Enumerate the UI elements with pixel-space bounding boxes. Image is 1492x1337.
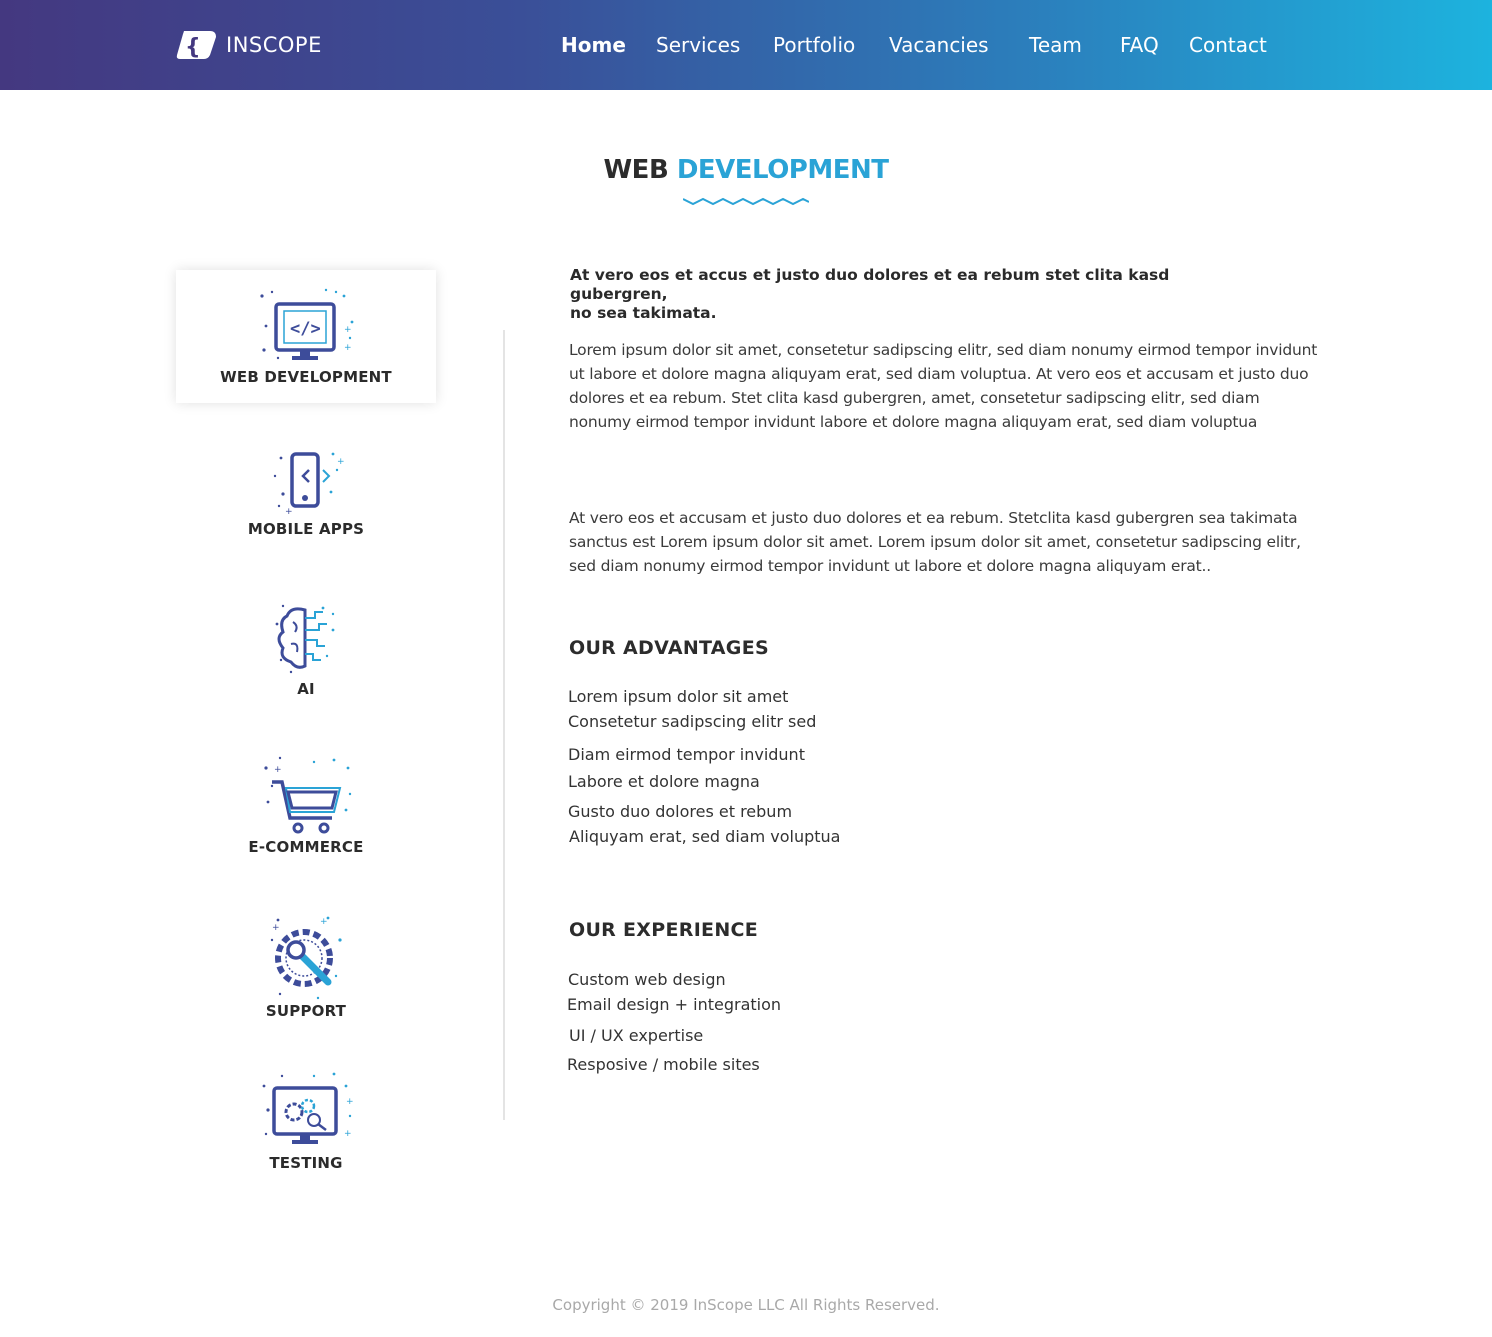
experience-item: Custom web design <box>568 970 726 989</box>
page-title-part1: WEB <box>603 155 669 185</box>
advantage-item: Aliquyam erat, sed diam voluptua <box>569 827 841 846</box>
advantage-item: Gusto duo dolores et rebum <box>568 802 793 821</box>
experience-item: UI / UX expertise <box>569 1026 704 1045</box>
svg-text:+: + <box>344 343 352 353</box>
lead-line-2: no sea takimata. <box>570 304 717 322</box>
logo-icon: { <box>176 31 216 60</box>
svg-text:{: { <box>185 35 201 60</box>
brain-circuit-icon <box>275 604 335 674</box>
sidebar-item-label: AI <box>297 680 315 698</box>
page-title: WEB DEVELOPMENT <box>0 155 1492 185</box>
nav-team[interactable]: Team <box>1029 33 1082 57</box>
page-title-part2: DEVELOPMENT <box>676 155 889 185</box>
sidebar-item-label: E-COMMERCE <box>248 838 364 856</box>
sidebar-item-label: SUPPORT <box>265 1002 347 1020</box>
nav-portfolio[interactable]: Portfolio <box>773 33 855 57</box>
site-header: { INSCOPE Home Services Portfolio Vacanc… <box>0 0 1492 90</box>
sidebar-item-support[interactable]: + + SUPPORT <box>176 910 436 1026</box>
sidebar-item-web-development[interactable]: + + </> WEB DEVELOPMENT <box>176 270 436 403</box>
sidebar-item-mobile-apps[interactable]: + + MOBILE APPS <box>176 448 436 548</box>
brand-name: INSCOPE <box>226 33 322 57</box>
svg-text:+: + <box>337 457 345 467</box>
sidebar-item-label: MOBILE APPS <box>247 520 365 538</box>
shopping-cart-icon: + <box>264 756 352 834</box>
sidebar-item-label: TESTING <box>269 1154 343 1172</box>
lead-text: At vero eos et accus et justo duo dolore… <box>570 266 1230 323</box>
sidebar-item-label: WEB DEVELOPMENT <box>220 368 392 386</box>
nav-home[interactable]: Home <box>561 33 626 57</box>
sidebar-item-ai[interactable]: AI <box>176 600 436 704</box>
svg-text:+: + <box>285 507 293 517</box>
monitor-code-icon: + + </> <box>260 288 354 360</box>
svg-text:</>: </> <box>290 319 321 339</box>
brand-logo[interactable]: { INSCOPE <box>176 28 322 62</box>
svg-text:+: + <box>344 325 352 335</box>
advantages-heading: OUR ADVANTAGES <box>569 637 769 659</box>
monitor-gears-icon: + + <box>262 1072 354 1144</box>
advantage-item: Diam eirmod tempor invidunt <box>568 745 805 764</box>
sidebar-item-testing[interactable]: + + TESTING <box>176 1070 436 1180</box>
experience-item: Resposive / mobile sites <box>567 1055 760 1074</box>
sidebar-item-e-commerce[interactable]: + E-COMMERCE <box>176 754 436 864</box>
nav-contact[interactable]: Contact <box>1189 33 1267 57</box>
footer-copyright: Copyright © 2019 InScope LLC All Rights … <box>552 1296 940 1314</box>
advantage-item: Lorem ipsum dolor sit amet <box>568 687 789 706</box>
nav-services[interactable]: Services <box>656 33 740 57</box>
experience-item: Email design + integration <box>567 995 782 1014</box>
nav-faq[interactable]: FAQ <box>1120 33 1159 57</box>
svg-text:+: + <box>346 1097 354 1107</box>
vertical-divider <box>503 330 505 1120</box>
nav-vacancies[interactable]: Vacancies <box>889 33 989 57</box>
lead-line-1: At vero eos et accus et justo duo dolore… <box>570 266 1170 303</box>
title-wave-divider <box>683 197 809 206</box>
svg-text:+: + <box>272 923 280 933</box>
smartphone-icon: + + <box>273 452 345 517</box>
advantage-item: Labore et dolore magna <box>568 772 760 791</box>
advantage-item: Consetetur sadipscing elitr sed <box>568 712 817 731</box>
paragraph-2: At vero eos et accusam et justo duo dolo… <box>569 509 1301 575</box>
svg-text:+: + <box>320 917 328 927</box>
svg-text:+: + <box>344 1129 352 1139</box>
svg-text:+: + <box>274 765 282 775</box>
gear-wrench-icon: + + <box>270 916 342 1000</box>
experience-heading: OUR EXPERIENCE <box>569 919 759 941</box>
paragraph-1: Lorem ipsum dolor sit amet, consetetur s… <box>569 341 1318 431</box>
